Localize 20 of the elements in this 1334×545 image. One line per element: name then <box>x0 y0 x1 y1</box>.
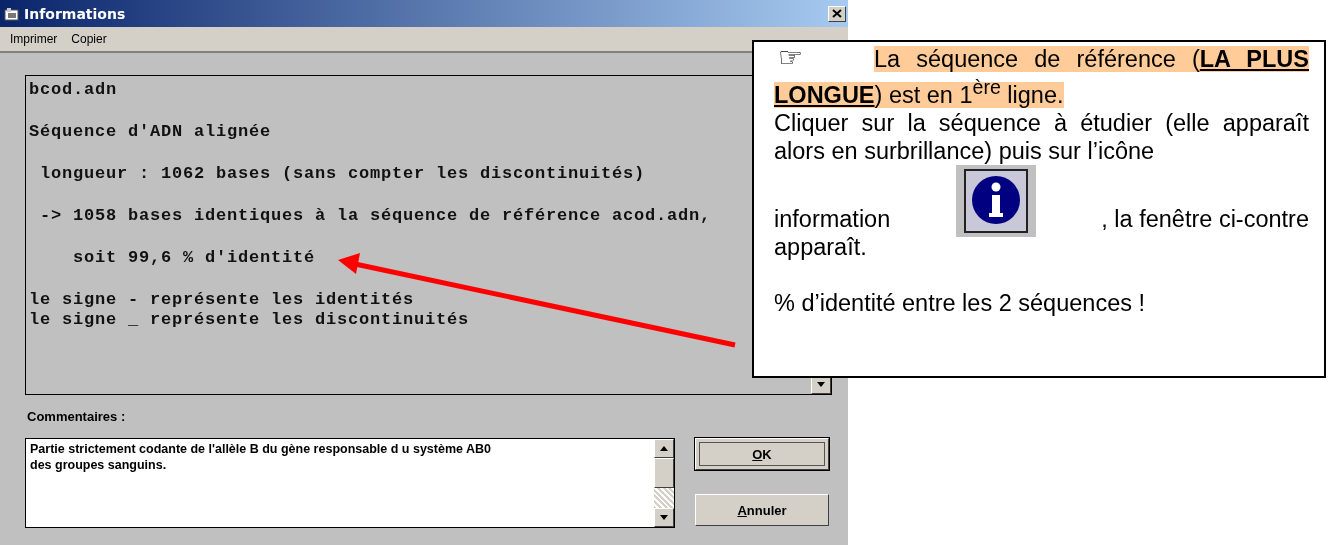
info-line: Séquence d'ADN alignée <box>29 122 272 142</box>
info-line: -> 1058 bases identiques à la séquence de référence acod.adn, <box>39 206 712 226</box>
comments-label: Commentaires : <box>27 409 127 424</box>
instruction-text: information <box>774 204 891 233</box>
instruction-text: Cliquer sur la séquence à étudier (elle apparaît alors en surbrillance) puis sur l’icône <box>774 108 1309 165</box>
pointing-hand-icon: ☞ <box>778 44 804 72</box>
ok-button[interactable]: OK <box>695 438 829 470</box>
info-line: le signe _ représente les discontinuités <box>29 310 470 330</box>
window-title: Informations <box>24 5 127 22</box>
info-line: le signe - représente les identités <box>29 290 415 310</box>
instruction-text: , la fenêtre ci-contre <box>1101 204 1309 233</box>
info-line: longueur : 1062 bases (sans compter les discontinuités) <box>39 164 646 184</box>
instruction-text: apparaît. <box>774 232 868 261</box>
cancel-button[interactable]: Annuler <box>695 494 829 526</box>
info-line: bcod.adn <box>29 80 117 100</box>
callout-note: % d’identité entre les 2 séquences ! <box>774 288 1146 317</box>
info-line: soit 99,6 % d'identité <box>72 248 316 268</box>
menu-item[interactable]: Copier <box>71 32 107 46</box>
menu-item[interactable]: Imprimer <box>10 32 58 46</box>
comments-field[interactable]: Partie strictement codante de l'allèle B du gène responsable d u système AB0 des groupes sanguins. <box>25 438 675 528</box>
